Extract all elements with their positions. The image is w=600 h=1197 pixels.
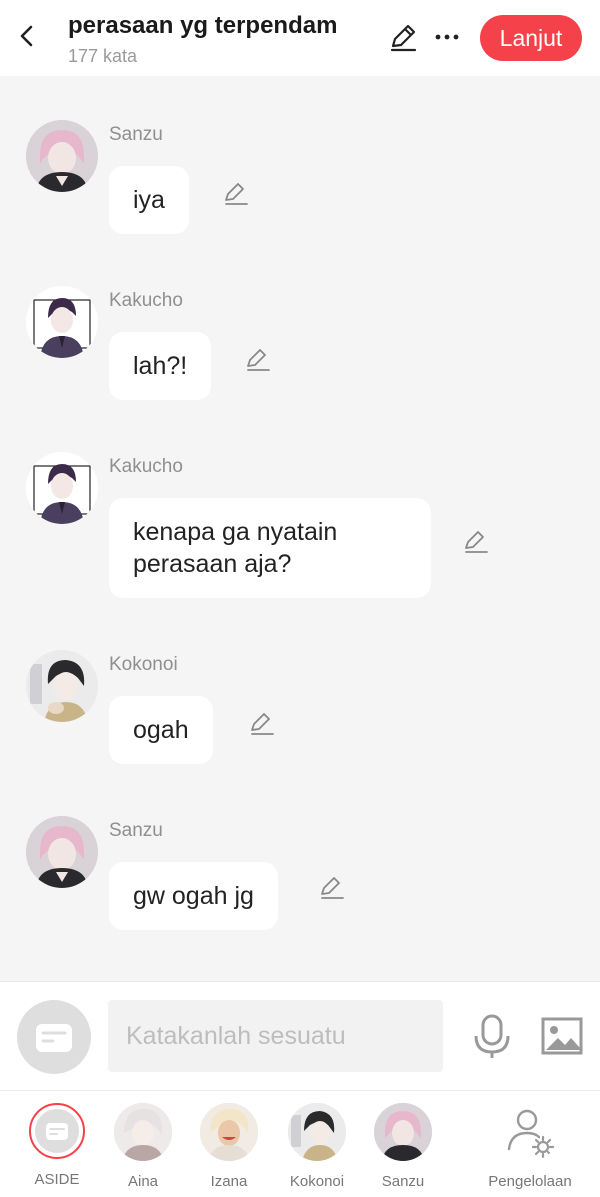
more-options-icon[interactable] [434, 22, 460, 52]
avatar-kakucho[interactable] [26, 452, 98, 524]
character-label: Pengelolaan [488, 1173, 572, 1190]
avatar-kokonoi [288, 1103, 346, 1161]
character-kokonoi[interactable]: Kokonoi [277, 1103, 357, 1190]
avatar-sanzu[interactable] [26, 120, 98, 192]
story-title: perasaan yg terpendam [68, 12, 338, 39]
avatar-sanzu [374, 1103, 432, 1161]
word-count: 177 kata [68, 46, 138, 66]
character-bar: ASIDE Aina Izana Kokonoi Sanzu Pengelola… [0, 1090, 600, 1197]
aside-icon [46, 1123, 68, 1140]
character-label: Sanzu [381, 1173, 425, 1190]
speaker-name: Sanzu [109, 820, 163, 841]
message-bubble[interactable]: lah?! [109, 332, 212, 400]
avatar-sanzu[interactable] [26, 816, 98, 888]
character-aina[interactable]: Aina [103, 1103, 183, 1190]
character-aside[interactable]: ASIDE [17, 1103, 97, 1188]
aside-avatar [29, 1103, 85, 1159]
speaker-name: Kakucho [109, 456, 183, 477]
character-izana[interactable]: Izana [189, 1103, 269, 1190]
microphone-icon[interactable] [472, 1014, 512, 1060]
next-button[interactable]: Lanjut [480, 15, 582, 61]
message-bubble[interactable]: gw ogah jg [109, 862, 278, 930]
character-sanzu[interactable]: Sanzu [363, 1103, 443, 1190]
character-label: Kokonoi [289, 1173, 345, 1190]
top-bar: perasaan yg terpendam 177 kata Lanjut [0, 0, 600, 76]
message-bubble[interactable]: kenapa ga nyatain perasaan aja? [109, 498, 431, 598]
image-icon[interactable] [540, 1016, 584, 1056]
character-manage[interactable]: Pengelolaan [488, 1103, 572, 1190]
edit-message-icon[interactable] [245, 346, 271, 372]
character-label: Izana [210, 1173, 248, 1190]
edit-title-icon[interactable] [388, 22, 418, 52]
edit-message-icon[interactable] [249, 710, 275, 736]
message-input[interactable] [108, 1000, 443, 1072]
message-bubble[interactable]: ogah [109, 696, 213, 764]
avatar-aina [114, 1103, 172, 1161]
character-label: Aina [127, 1173, 159, 1190]
aside-icon [36, 1024, 72, 1052]
avatar-kokonoi[interactable] [26, 650, 98, 722]
edit-message-icon[interactable] [223, 180, 249, 206]
aside-toggle-button[interactable] [17, 1000, 91, 1074]
speaker-name: Kakucho [109, 290, 183, 311]
back-icon[interactable] [14, 22, 42, 50]
message-bubble[interactable]: iya [109, 166, 189, 234]
speaker-name: Sanzu [109, 124, 163, 145]
chat-area: Sanzu iya Kakucho lah?! Kakucho kenapa g… [0, 76, 600, 980]
character-label: ASIDE [34, 1171, 80, 1188]
avatar-kakucho[interactable] [26, 286, 98, 358]
avatar-izana [200, 1103, 258, 1161]
speaker-name: Kokonoi [109, 654, 178, 675]
edit-message-icon[interactable] [463, 528, 489, 554]
message-composer [0, 981, 600, 1090]
user-settings-icon [501, 1103, 559, 1161]
edit-message-icon[interactable] [319, 874, 345, 900]
